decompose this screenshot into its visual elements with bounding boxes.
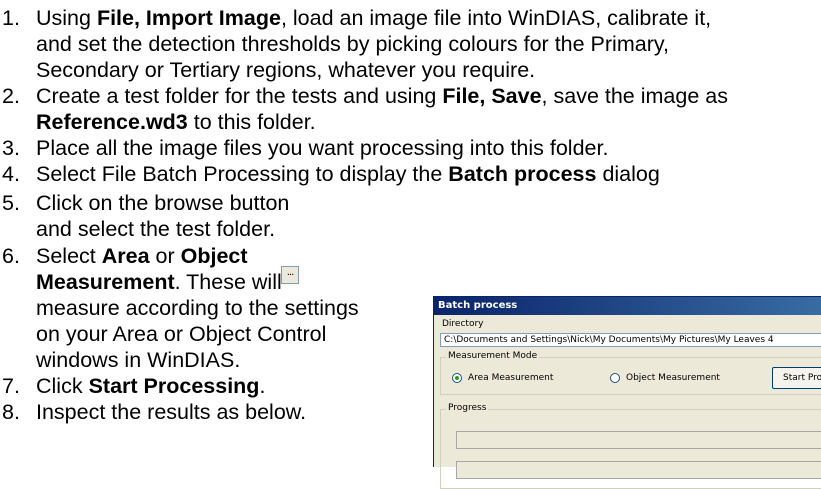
step-line: windows in WinDIAS. [36,347,359,373]
step-text: Inspect the results as below. [36,399,306,425]
step-line: Select Area or Object [36,243,359,269]
progress-bar [456,461,821,479]
text-run: , load an image file into WinDIAS, calib… [280,6,712,30]
step-line: Click on the browse button [36,190,289,216]
step-line: Select File Batch Processing to display … [36,161,660,187]
step-line: Create a test folder for the tests and u… [36,83,728,109]
text-run: Click on the browse button [36,191,290,215]
step-number: 8. [2,400,20,424]
directory-label: Directory [442,319,484,329]
step-text: Click on the browse button and select the… [36,190,289,242]
text-run: dialog [596,162,660,186]
bold-text: Measurement [36,270,175,294]
progress-label: Progress [446,403,489,413]
text-run: and select the test folder. [36,217,276,241]
step-line: Click Start Processing. [36,373,265,399]
progress-bar [456,431,821,449]
batch-process-dialog: Batch process Directory C:\Documents and… [433,296,821,489]
bold-text: Batch process [448,162,597,186]
object-measurement-label[interactable]: Object Measurement [626,373,720,383]
area-measurement-label[interactable]: Area Measurement [468,373,553,383]
text-run: measure according to the settings [36,296,359,320]
step-text: Select File Batch Processing to display … [36,161,660,187]
step-line: on your Area or Object Control [36,321,359,347]
step-text: Create a test folder for the tests and u… [36,83,728,135]
step-number: 6. [2,244,20,268]
text-run: Select File Batch Processing to display … [36,162,449,186]
step-line: Inspect the results as below. [36,399,306,425]
directory-input[interactable]: C:\Documents and Settings\Nick\My Docume… [440,333,821,347]
ellipsis-icon: ... [286,267,295,278]
step-text: Click Start Processing. [36,373,265,399]
step-line: and set the detection thresholds by pick… [36,31,711,57]
step-line: Reference.wd3 to this folder. [36,109,728,135]
text-run: Create a test folder for the tests and u… [36,84,443,108]
text-run: Place all the image files you want proce… [36,136,609,160]
step-line: Place all the image files you want proce… [36,135,608,161]
bold-text: Reference.wd3 [36,110,188,134]
bold-text: Start Processing [88,374,260,398]
bold-text: Area [101,244,150,268]
step-number: 3. [2,136,20,160]
bold-text: File, Import Image [96,6,281,30]
object-measurement-radio[interactable] [610,373,620,383]
text-run: to this folder. [187,110,316,134]
step-line: measure according to the settings [36,295,359,321]
step-number: 2. [2,84,20,108]
bold-text: File, Save [442,84,542,108]
step-number: 4. [2,162,20,186]
step-text: Place all the image files you want proce… [36,135,608,161]
text-run: Inspect the results as below. [36,400,307,424]
step-text: Using File, Import Image, load an image … [36,5,711,83]
step-line: Using File, Import Image, load an image … [36,5,711,31]
start-processing-button[interactable]: Start Processing [772,367,821,389]
text-run: Click [36,374,89,398]
step-line: Secondary or Tertiary regions, whatever … [36,57,711,83]
step-line: and select the test folder. [36,216,289,242]
text-run: or [149,244,181,268]
step-number: 7. [2,374,20,398]
text-run: and set the detection thresholds by pick… [36,32,669,56]
text-run: Select [36,244,102,268]
text-run: windows in WinDIAS. [36,348,241,372]
dialog-title-bar[interactable]: Batch process [434,297,821,315]
text-run: . These will [174,270,282,294]
step-number: 1. [2,6,20,30]
text-run: on your Area or Object Control [36,322,327,346]
browse-button[interactable]: ... [281,266,299,284]
text-run: , save the image as [541,84,728,108]
text-run: Using [36,6,97,30]
bold-text: Object [180,244,248,268]
text-run: . [259,374,266,398]
measurement-mode-label: Measurement Mode [446,351,540,361]
area-measurement-radio[interactable] [452,373,462,383]
step-text: Select Area or Object Measurement. These … [36,243,359,373]
text-run: Secondary or Tertiary regions, whatever … [36,58,536,82]
step-number: 5. [2,191,20,215]
step-line: Measurement. These will [36,269,359,295]
